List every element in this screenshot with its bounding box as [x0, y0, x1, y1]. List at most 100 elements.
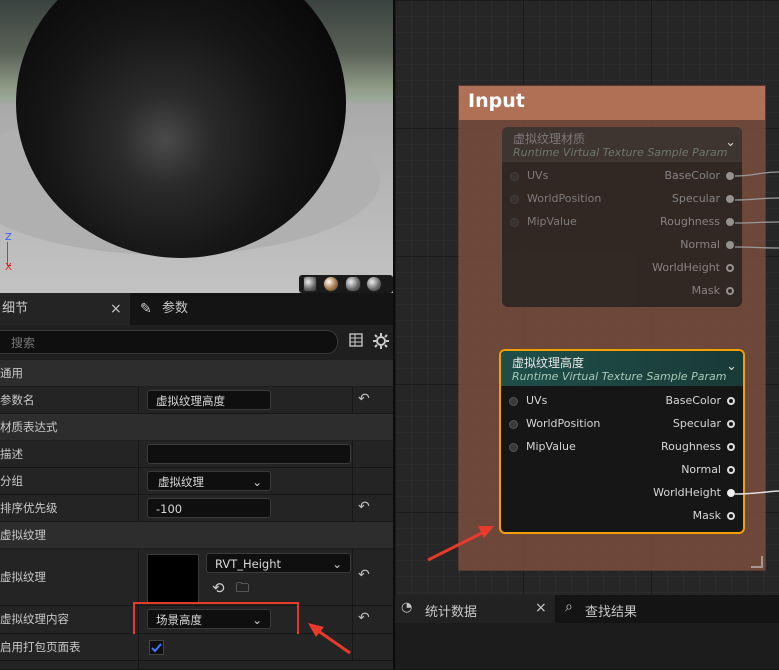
- output-pin-specular[interactable]: Specular: [652, 187, 734, 210]
- param-name-label: 参数名: [0, 393, 35, 407]
- bottom-tab-bar: ◔ 统计数据 × ⌕ 查找结果: [395, 595, 779, 623]
- node-header[interactable]: 虚拟纹理高度 Runtime Virtual Texture Sample Pa…: [501, 351, 743, 386]
- group-value: 虚拟纹理: [158, 475, 204, 489]
- chevron-down-icon: ⌄: [332, 557, 342, 571]
- axis-x-label: X: [5, 262, 12, 273]
- reset-to-default-icon[interactable]: ↶: [358, 391, 370, 407]
- node-subtitle: Runtime Virtual Texture Sample Param: [513, 146, 728, 159]
- category-material-expression-label: 材质表达式: [0, 420, 58, 434]
- tab-details[interactable]: 细节 ×: [0, 293, 130, 325]
- input-pin-mipvalue[interactable]: MipValue: [510, 210, 601, 233]
- stats-icon: ◔: [401, 600, 413, 615]
- preview-shape-bar: [299, 275, 393, 293]
- tab-stats[interactable]: ◔ 统计数据 ×: [395, 595, 555, 623]
- output-pin-normal[interactable]: Normal: [653, 458, 735, 481]
- node-header[interactable]: 虚拟纹理材质 Runtime Virtual Texture Sample Pa…: [502, 127, 742, 162]
- input-pin-worldposition[interactable]: WorldPosition: [510, 187, 601, 210]
- row-description: 描述: [0, 441, 393, 468]
- bottom-panel: ◔ 统计数据 × ⌕ 查找结果: [395, 595, 779, 669]
- comment-title-bar[interactable]: Input: [459, 86, 765, 120]
- details-tab-bar: 细节 × ✎ 参数: [0, 293, 393, 325]
- chevron-down-icon[interactable]: ⌄: [726, 359, 737, 374]
- output-pin-basecolor[interactable]: BaseColor: [653, 389, 735, 412]
- reset-to-default-icon[interactable]: ↶: [358, 499, 370, 515]
- input-pin-mipvalue[interactable]: MipValue: [509, 435, 600, 458]
- sort-priority-field[interactable]: -100: [147, 498, 271, 518]
- comment-title: Input: [468, 90, 525, 112]
- search-placeholder: 搜索: [11, 336, 36, 350]
- settings-gear-icon[interactable]: [373, 333, 389, 349]
- node-outputs: BaseColor Specular Roughness Normal Worl…: [653, 389, 735, 527]
- node1-output-wires: [735, 171, 779, 249]
- axis-z-label: Z: [5, 232, 12, 243]
- cylinder-preview-icon[interactable]: [303, 276, 317, 292]
- input-pin-worldposition[interactable]: WorldPosition: [509, 412, 600, 435]
- node-rvt-sample-height[interactable]: 虚拟纹理高度 Runtime Virtual Texture Sample Pa…: [499, 349, 745, 534]
- annotation-arrow: [427, 526, 494, 562]
- category-general[interactable]: 通用: [0, 360, 393, 386]
- search-icon: ⌕: [565, 599, 573, 615]
- pencil-icon: ✎: [140, 301, 152, 317]
- description-label: 描述: [0, 447, 23, 461]
- row-sort-priority: 排序优先级 -100 ↶: [0, 495, 393, 522]
- category-virtual-texture-label: 虚拟纹理: [0, 528, 46, 542]
- output-pin-worldheight[interactable]: WorldHeight: [653, 481, 735, 504]
- node-title: 虚拟纹理材质: [513, 132, 586, 146]
- sphere-preview-icon[interactable]: [322, 276, 339, 292]
- reset-to-default-icon[interactable]: ↶: [358, 567, 370, 583]
- param-name-field[interactable]: 虚拟纹理高度: [147, 390, 271, 410]
- category-general-label: 通用: [0, 366, 23, 380]
- chevron-down-icon[interactable]: ⌄: [725, 135, 736, 150]
- table-view-icon[interactable]: [349, 333, 363, 347]
- tab-close-icon[interactable]: ×: [110, 293, 122, 325]
- search-input[interactable]: 搜索: [0, 330, 338, 354]
- axis-gizmo: Z X: [4, 232, 34, 273]
- details-panel: 细节 × ✎ 参数 搜索 通用 参数名 虚拟纹理高度 ↶ 材质表达式 描述 分组: [0, 293, 393, 670]
- category-material-expression[interactable]: 材质表达式: [0, 414, 393, 440]
- row-virtual-texture: 虚拟纹理 RVT_Height ⌄ ⟲ 🗀 ↶: [0, 549, 393, 606]
- checkmark-icon: [151, 643, 162, 653]
- output-pin-basecolor[interactable]: BaseColor: [652, 164, 734, 187]
- category-virtual-texture[interactable]: 虚拟纹理: [0, 522, 393, 548]
- output-pin-roughness[interactable]: Roughness: [652, 210, 734, 233]
- cube-preview-icon[interactable]: [366, 276, 383, 292]
- tab-details-label: 细节: [2, 301, 29, 316]
- enable-pack-label: 启用打包页面表: [0, 640, 81, 654]
- use-selected-asset-icon[interactable]: ⟲: [212, 579, 225, 597]
- output-pin-mask[interactable]: Mask: [653, 504, 735, 527]
- annotation-arrow: [308, 623, 351, 655]
- worldheight-wire: [735, 490, 779, 495]
- output-pin-specular[interactable]: Specular: [653, 412, 735, 435]
- output-pin-normal[interactable]: Normal: [652, 233, 734, 256]
- enable-pack-checkbox[interactable]: [149, 640, 164, 655]
- output-pin-roughness[interactable]: Roughness: [653, 435, 735, 458]
- material-preview-viewport[interactable]: Z X: [0, 0, 393, 293]
- group-label: 分组: [0, 474, 23, 488]
- browse-asset-icon[interactable]: 🗀: [236, 579, 249, 601]
- resize-grip-icon[interactable]: [751, 556, 763, 568]
- description-field[interactable]: [147, 444, 351, 464]
- node-outputs: BaseColor Specular Roughness Normal Worl…: [652, 164, 734, 302]
- group-dropdown[interactable]: 虚拟纹理 ⌄: [147, 471, 271, 491]
- asset-picker-dropdown[interactable]: RVT_Height ⌄: [206, 553, 351, 573]
- row-param-name: 参数名 虚拟纹理高度 ↶: [0, 387, 393, 414]
- tab-parameters[interactable]: ✎ 参数: [138, 293, 258, 325]
- tab-find-results[interactable]: ⌕ 查找结果: [563, 595, 683, 623]
- tab-parameters-label: 参数: [162, 301, 189, 316]
- row-group: 分组 虚拟纹理 ⌄: [0, 468, 393, 495]
- vt-content-label: 虚拟纹理内容: [0, 612, 69, 626]
- node-subtitle: Runtime Virtual Texture Sample Param: [512, 370, 727, 383]
- chevron-down-icon: ⌄: [252, 475, 262, 489]
- input-pin-uvs[interactable]: UVs: [509, 389, 600, 412]
- node-rvt-sample-material[interactable]: 虚拟纹理材质 Runtime Virtual Texture Sample Pa…: [502, 127, 742, 307]
- output-pin-mask[interactable]: Mask: [652, 279, 734, 302]
- asset-thumbnail[interactable]: [147, 554, 199, 604]
- tab-stats-label: 统计数据: [425, 605, 478, 620]
- plane-preview-icon[interactable]: [344, 276, 361, 292]
- node-inputs: UVs WorldPosition MipValue: [509, 389, 600, 458]
- virtual-texture-label: 虚拟纹理: [0, 570, 46, 584]
- output-pin-worldheight[interactable]: WorldHeight: [652, 256, 734, 279]
- sort-priority-label: 排序优先级: [0, 501, 58, 515]
- input-pin-uvs[interactable]: UVs: [510, 164, 601, 187]
- tab-close-icon[interactable]: ×: [535, 600, 547, 616]
